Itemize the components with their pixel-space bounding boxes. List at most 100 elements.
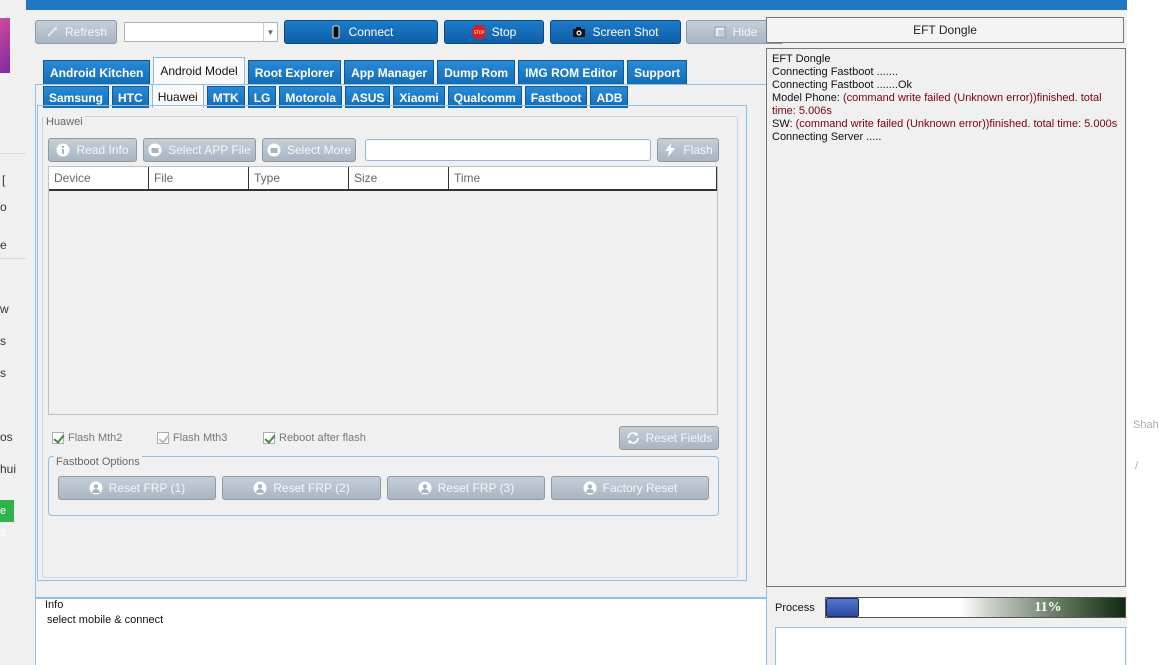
- tab-support[interactable]: Support: [627, 60, 688, 84]
- background-text: e: [0, 238, 7, 252]
- user-icon: [418, 481, 432, 495]
- tab-android-model[interactable]: Android Model: [153, 57, 245, 84]
- log-text: SW:: [772, 118, 796, 130]
- select-app-file-button[interactable]: Select APP File: [143, 138, 256, 162]
- flash-mth2-checkbox[interactable]: Flash Mth2: [52, 432, 122, 444]
- fastboot-options-title: Fastboot Options: [54, 456, 142, 468]
- port-select[interactable]: ▼: [124, 22, 278, 42]
- column-time[interactable]: Time: [449, 167, 717, 189]
- background-green-button: e a: [0, 500, 14, 539]
- reset-frp-2-label: Reset FRP (2): [273, 481, 350, 495]
- refresh-button[interactable]: Refresh: [35, 20, 117, 44]
- log-text: Model Phone:: [772, 92, 843, 104]
- select-more-label: Select More: [286, 143, 352, 157]
- log-text: Connecting Fastboot .......: [772, 66, 898, 78]
- tab-app-manager[interactable]: App Manager: [344, 60, 435, 84]
- background-text: s: [0, 366, 6, 380]
- chevron-down-icon[interactable]: ▼: [263, 23, 277, 41]
- camera-icon: [573, 27, 586, 37]
- background-text: o: [0, 200, 7, 214]
- reset-fields-button[interactable]: Reset Fields: [619, 426, 719, 450]
- log-text: EFT Dongle: [772, 53, 831, 65]
- tab-android-kitchen[interactable]: Android Kitchen: [43, 60, 151, 84]
- reset-frp-3-label: Reset FRP (3): [437, 481, 515, 495]
- lightning-icon: [665, 143, 676, 157]
- user-icon: [89, 481, 103, 495]
- stop-sign-icon: STOP: [471, 25, 486, 39]
- info-title: Info: [45, 599, 64, 611]
- connect-label: Connect: [348, 25, 394, 39]
- log-output[interactable]: EFT Dongle Connecting Fastboot ....... C…: [766, 48, 1126, 587]
- folder-icon: [267, 143, 281, 157]
- reset-frp-1-label: Reset FRP (1): [108, 481, 186, 495]
- background-text: os: [0, 430, 13, 444]
- info-icon: [56, 143, 70, 157]
- progress-percent: 11%: [1034, 600, 1062, 615]
- svg-text:STOP: STOP: [473, 30, 484, 35]
- hide-label: Hide: [732, 25, 758, 39]
- log-text: Connecting Server .....: [772, 131, 882, 143]
- tab-root-explorer[interactable]: Root Explorer: [247, 60, 342, 84]
- folder-icon: [148, 143, 162, 157]
- reboot-after-flash-checkbox[interactable]: Reboot after flash: [263, 432, 366, 444]
- screenshot-button[interactable]: Screen Shot: [550, 20, 681, 44]
- checkbox-box[interactable]: [52, 432, 64, 444]
- file-path-input[interactable]: [365, 139, 651, 161]
- reset-frp-2-button[interactable]: Reset FRP (2): [222, 476, 381, 500]
- info-message: select mobile & connect: [47, 614, 164, 626]
- read-info-label: Read Info: [76, 143, 129, 157]
- background-window-right: Shah /: [1127, 0, 1159, 665]
- refresh-icon: [626, 432, 639, 444]
- status-box: [775, 627, 1126, 665]
- phone-icon: [332, 25, 340, 39]
- tab-dump-rom[interactable]: Dump Rom: [437, 60, 516, 84]
- flash-mth3-checkbox[interactable]: Flash Mth3: [157, 432, 227, 444]
- refresh-icon: [47, 27, 57, 37]
- refresh-label: Refresh: [64, 25, 108, 39]
- log-line: Connecting Server .....: [772, 131, 1120, 144]
- select-app-file-label: Select APP File: [168, 143, 251, 157]
- background-text: [: [2, 173, 6, 187]
- log-line: Connecting Fastboot .......: [772, 66, 1120, 79]
- user-icon: [583, 481, 597, 495]
- log-line: Connecting Fastboot .......Ok: [772, 79, 1120, 92]
- background-divider: [0, 153, 26, 154]
- info-panel: Info select mobile & connect: [35, 598, 767, 665]
- flash-file-table[interactable]: Device File Type Size Time: [48, 166, 718, 415]
- read-info-button[interactable]: Read Info: [48, 138, 137, 162]
- flash-label: Flash: [683, 143, 713, 157]
- window-title-bar: [26, 0, 1127, 10]
- checkbox-box[interactable]: [157, 432, 169, 444]
- log-error-text: (command write failed (Unknown error))fi…: [795, 118, 1118, 130]
- log-line: Model Phone: (command write failed (Unkn…: [772, 92, 1120, 118]
- flash-button[interactable]: Flash: [657, 138, 719, 162]
- column-device[interactable]: Device: [49, 167, 149, 189]
- stop-button[interactable]: STOP Stop: [444, 20, 544, 44]
- hide-icon: [714, 26, 726, 38]
- tab-img-rom-editor[interactable]: IMG ROM Editor: [518, 60, 625, 84]
- stop-label: Stop: [491, 25, 517, 39]
- factory-reset-button[interactable]: Factory Reset: [551, 476, 709, 500]
- screenshot-label: Screen Shot: [592, 25, 659, 39]
- log-text: Connecting Fastboot .......Ok: [772, 79, 913, 91]
- connect-button[interactable]: Connect: [284, 20, 438, 44]
- reset-frp-1-button[interactable]: Reset FRP (1): [58, 476, 216, 500]
- column-file[interactable]: File: [149, 167, 249, 189]
- checkbox-box[interactable]: [263, 432, 275, 444]
- background-text: hui: [0, 462, 17, 476]
- column-type[interactable]: Type: [249, 167, 349, 189]
- flash-mth2-label: Flash Mth2: [68, 432, 123, 444]
- reset-fields-label: Reset Fields: [645, 431, 713, 445]
- huawei-group-title: Huawei: [44, 116, 85, 128]
- background-text: s: [0, 334, 6, 348]
- flash-mth3-label: Flash Mth3: [173, 432, 228, 444]
- column-size[interactable]: Size: [349, 167, 449, 189]
- select-more-button[interactable]: Select More: [262, 138, 356, 162]
- background-text: /: [1135, 460, 1139, 472]
- reset-frp-3-button[interactable]: Reset FRP (3): [387, 476, 545, 500]
- user-icon: [253, 481, 267, 495]
- dongle-title: EFT Dongle: [766, 17, 1124, 43]
- process-label: Process: [775, 602, 815, 614]
- main-tab-bar: Android Kitchen Android Model Root Explo…: [43, 57, 690, 84]
- log-line: SW: (command write failed (Unknown error…: [772, 118, 1120, 131]
